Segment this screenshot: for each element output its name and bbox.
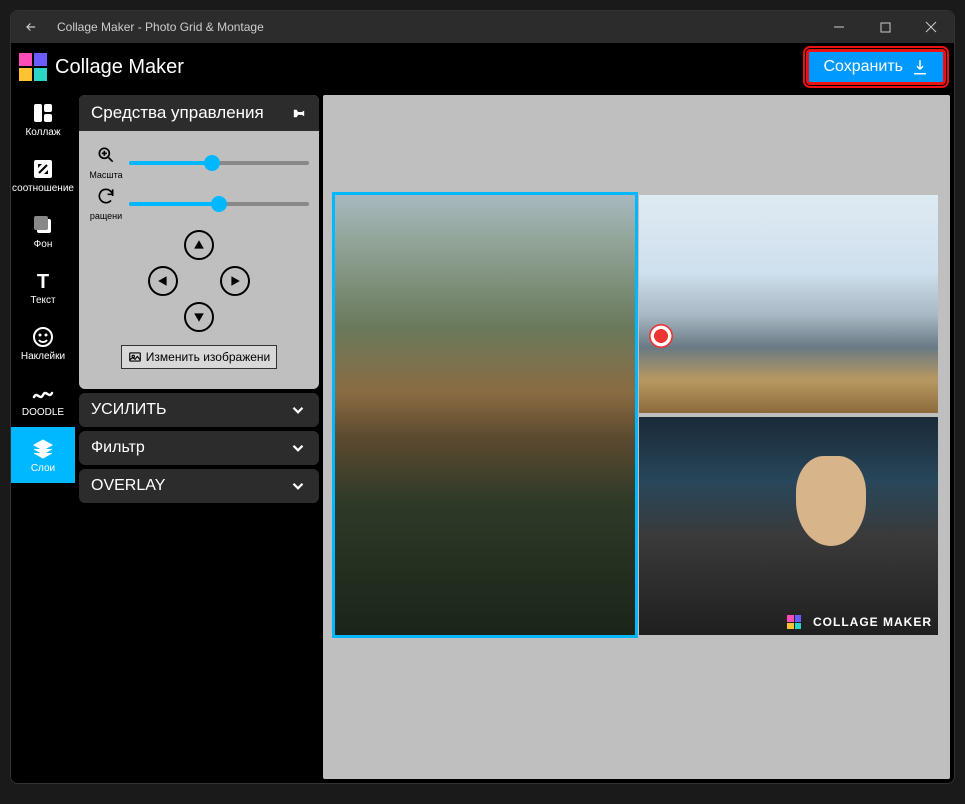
- photo-city: [639, 195, 939, 413]
- rotate-icon: [92, 186, 120, 211]
- accordion-overlay[interactable]: OVERLAY: [79, 469, 319, 503]
- rotate-label: ращени: [89, 211, 123, 221]
- sidebar-item-label: Наклейки: [21, 351, 65, 362]
- doodle-icon: [31, 381, 55, 405]
- accordion-label: OVERLAY: [91, 477, 165, 495]
- accordion-enhance[interactable]: УСИЛИТЬ: [79, 393, 319, 427]
- window-controls: [816, 11, 954, 43]
- collage-cell-1[interactable]: [335, 195, 635, 635]
- controls-card: Средства управления Масшта: [79, 95, 319, 389]
- image-icon: [128, 350, 142, 364]
- move-up-button[interactable]: [184, 230, 214, 260]
- change-image-button[interactable]: Изменить изображени: [121, 345, 277, 369]
- zoom-row: Масшта: [89, 145, 309, 180]
- watermark-logo-icon: [787, 615, 801, 629]
- photo-man: [639, 417, 939, 635]
- canvas-area[interactable]: COLLAGE MAKER: [323, 95, 950, 779]
- background-icon: [31, 213, 55, 237]
- sidebar-item-layers[interactable]: Слои: [11, 427, 75, 483]
- smiley-icon: [31, 325, 55, 349]
- sidebar-item-label: Слои: [31, 463, 55, 474]
- dpad: [89, 227, 309, 335]
- controls-title: Средства управления: [91, 103, 264, 123]
- save-button-label: Сохранить: [823, 58, 903, 76]
- zoom-label: Масшта: [89, 170, 123, 180]
- close-button[interactable]: [908, 11, 954, 43]
- zoom-icon: [92, 145, 120, 170]
- sidebar-item-background[interactable]: Фон: [11, 203, 75, 259]
- controls-panel: Средства управления Масшта: [75, 91, 319, 783]
- chevron-down-icon: [289, 477, 307, 495]
- sidebar-item-label: Текст: [30, 295, 55, 306]
- text-icon: T: [31, 269, 55, 293]
- sidebar-item-label: Коллаж: [25, 127, 60, 138]
- save-button[interactable]: Сохранить: [806, 49, 946, 85]
- sidebar-item-text[interactable]: T Текст: [11, 259, 75, 315]
- maximize-button[interactable]: [862, 11, 908, 43]
- app-bar: Collage Maker Сохранить: [11, 43, 954, 91]
- app-title: Collage Maker: [55, 56, 806, 79]
- move-left-button[interactable]: [148, 266, 178, 296]
- sidebar-item-label: соотношение: [12, 183, 74, 194]
- move-down-button[interactable]: [184, 302, 214, 332]
- layers-icon: [31, 437, 55, 461]
- svg-text:T: T: [37, 271, 49, 293]
- collage-cell-2[interactable]: [639, 195, 939, 413]
- app-logo-icon: [19, 53, 47, 81]
- accordion-label: Фильтр: [91, 439, 145, 457]
- zoom-slider[interactable]: [129, 161, 309, 165]
- app-window: Collage Maker - Photo Grid & Montage Col…: [10, 10, 955, 784]
- sidebar-item-stickers[interactable]: Наклейки: [11, 315, 75, 371]
- back-button[interactable]: [11, 20, 51, 34]
- photo-mountain: [335, 195, 635, 635]
- download-icon: [911, 58, 929, 76]
- chevron-down-icon: [289, 401, 307, 419]
- titlebar: Collage Maker - Photo Grid & Montage: [11, 11, 954, 43]
- rotate-slider[interactable]: [129, 202, 309, 206]
- sidebar: Коллаж соотношение Фон T Текст Наклейки …: [11, 91, 75, 783]
- sidebar-item-doodle[interactable]: DOODLE: [11, 371, 75, 427]
- watermark: COLLAGE MAKER: [787, 615, 932, 629]
- window-title: Collage Maker - Photo Grid & Montage: [51, 20, 816, 34]
- minimize-button[interactable]: [816, 11, 862, 43]
- sidebar-item-label: Фон: [34, 239, 53, 250]
- accordion-label: УСИЛИТЬ: [91, 401, 167, 419]
- sidebar-item-collage[interactable]: Коллаж: [11, 91, 75, 147]
- collage-cell-3[interactable]: COLLAGE MAKER: [639, 417, 939, 635]
- sidebar-item-ratio[interactable]: соотношение: [11, 147, 75, 203]
- rotate-row: ращени: [89, 186, 309, 221]
- chevron-down-icon: [289, 439, 307, 457]
- change-image-label: Изменить изображени: [146, 350, 270, 364]
- move-right-button[interactable]: [220, 266, 250, 296]
- controls-header[interactable]: Средства управления: [79, 95, 319, 131]
- collage-icon: [31, 101, 55, 125]
- sidebar-item-label: DOODLE: [22, 407, 64, 418]
- pin-icon: [291, 105, 307, 121]
- ratio-icon: [31, 157, 55, 181]
- accordion-filter[interactable]: Фильтр: [79, 431, 319, 465]
- watermark-text: COLLAGE MAKER: [813, 615, 932, 629]
